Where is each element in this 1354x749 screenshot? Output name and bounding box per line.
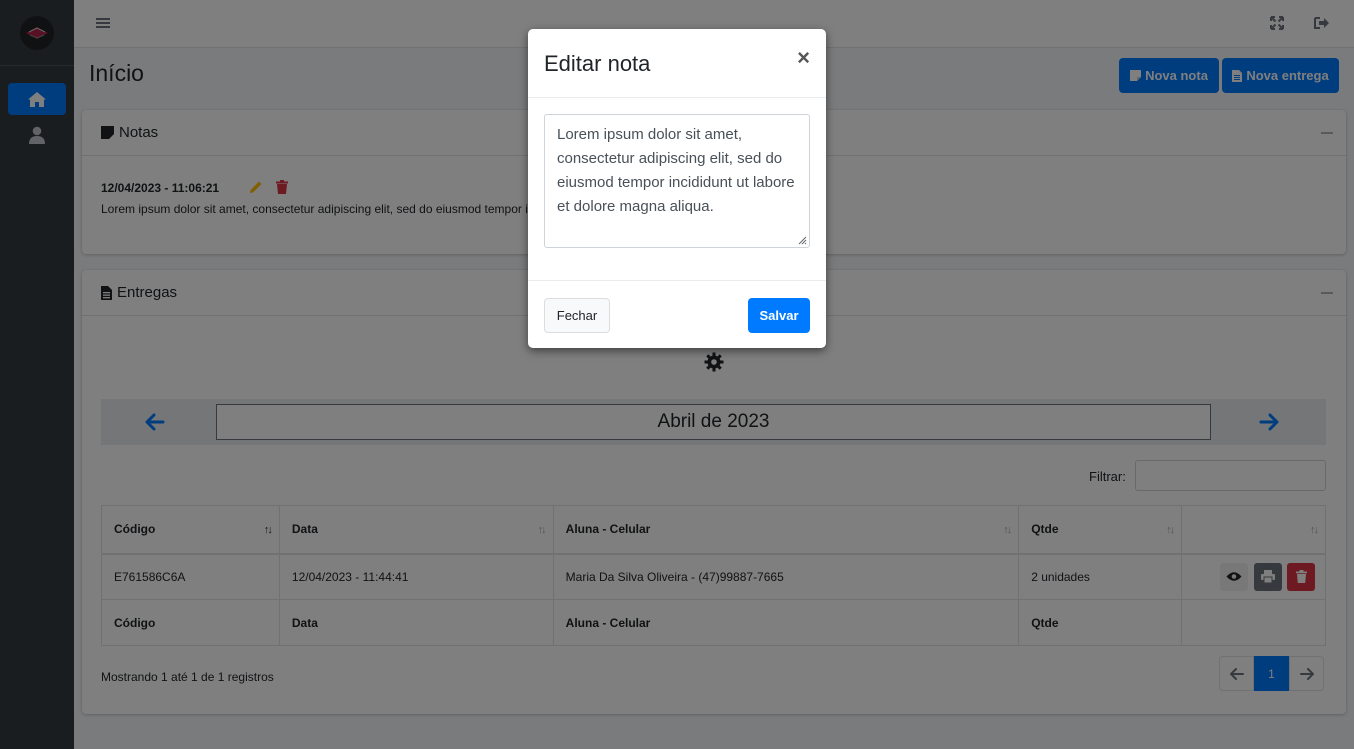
modal-title: Editar nota (544, 51, 651, 76)
salvar-button[interactable]: Salvar (748, 298, 810, 333)
modal-footer: Fechar Salvar (528, 280, 826, 348)
resize-handle-icon[interactable] (797, 235, 807, 245)
modal-header: Editar nota × (528, 29, 826, 98)
close-icon[interactable]: × (797, 47, 810, 69)
fechar-button[interactable]: Fechar (544, 298, 610, 333)
edit-note-modal: Editar nota × Lorem ipsum dolor sit amet… (528, 29, 826, 348)
note-textarea[interactable]: Lorem ipsum dolor sit amet, consectetur … (544, 114, 810, 248)
